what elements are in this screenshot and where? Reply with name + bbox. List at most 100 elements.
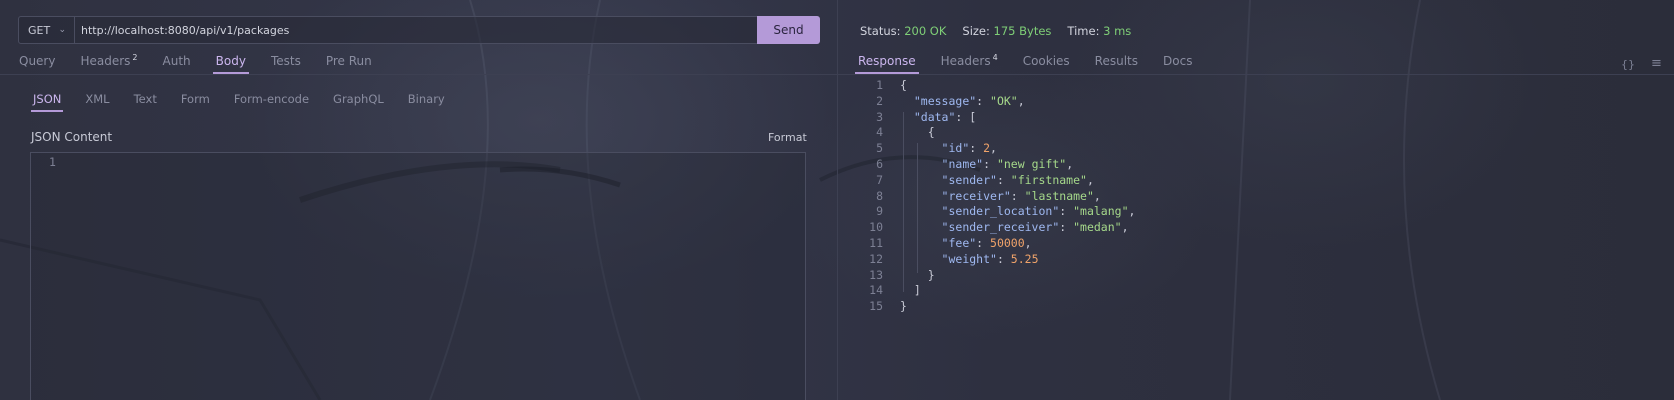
body-type-binary[interactable]: Binary xyxy=(408,92,445,112)
body-type-tabs: JSON XML Text Form Form-encode GraphQL Binary xyxy=(30,92,469,112)
code-line: 9 "sender_location": "malang", xyxy=(855,204,1135,220)
line-number: 1 xyxy=(876,78,883,92)
code-text: { xyxy=(900,78,907,92)
tab-label: Response xyxy=(858,54,916,68)
size-label: Size: xyxy=(962,24,990,38)
response-tab-cookies[interactable]: Cookies xyxy=(1023,54,1070,74)
code-line: 12 "weight": 5.25 xyxy=(855,252,1135,268)
format-button[interactable]: Format xyxy=(768,131,807,144)
line-number: 3 xyxy=(876,109,883,124)
response-tab-docs[interactable]: Docs xyxy=(1163,54,1192,74)
size-value: 175 Bytes xyxy=(993,24,1052,38)
time-value: 3 ms xyxy=(1103,24,1132,38)
line-number: 4 xyxy=(876,125,883,140)
code-text: "weight": 5.25 xyxy=(941,251,1039,266)
code-text: "sender_location": "malang", xyxy=(941,204,1136,219)
code-text: ] xyxy=(900,283,921,298)
code-line: 13 } xyxy=(855,268,1135,284)
request-pane: GET ⌄ http://localhost:8080/api/v1/packa… xyxy=(0,0,837,400)
tab-label: Body xyxy=(215,54,246,68)
code-line: 7 "sender": "firstname", xyxy=(855,173,1135,189)
line-number: 2 xyxy=(876,93,883,108)
line-number: 8 xyxy=(876,188,883,203)
code-text: "name": "new gift", xyxy=(941,156,1074,171)
code-line: 8 "receiver": "lastname", xyxy=(855,189,1135,205)
time-label: Time: xyxy=(1067,24,1100,38)
code-line: 11 "fee": 50000, xyxy=(855,236,1135,252)
size-info: Size: 175 Bytes xyxy=(962,24,1051,38)
chevron-down-icon: ⌄ xyxy=(58,25,66,35)
tab-label: Tests xyxy=(270,54,301,68)
code-line: 2 "message": "OK", xyxy=(855,94,1135,110)
tab-pre-run[interactable]: Pre Run xyxy=(326,54,372,74)
code-text: } xyxy=(900,267,935,282)
json-editor[interactable]: 1 xyxy=(30,152,806,400)
tab-auth[interactable]: Auth xyxy=(163,54,191,74)
line-number: 10 xyxy=(869,220,883,235)
time-info: Time: 3 ms xyxy=(1067,24,1131,38)
url-input[interactable]: http://localhost:8080/api/v1/packages xyxy=(75,24,757,37)
request-tabs: Query Headers 2 Auth Body Tests Pre Run xyxy=(19,50,397,74)
tab-body[interactable]: Body xyxy=(212,54,250,74)
line-number: 5 xyxy=(876,141,883,156)
code-line: 15} xyxy=(855,299,1135,315)
code-text: { xyxy=(900,125,935,140)
json-content-title: JSON Content xyxy=(31,130,113,144)
tab-label: Docs xyxy=(1163,54,1193,68)
line-number: 11 xyxy=(869,235,883,250)
code-text: } xyxy=(900,299,907,314)
status-label: Status: xyxy=(860,24,901,38)
body-type-form[interactable]: Form xyxy=(181,92,210,112)
body-type-form-encode[interactable]: Form-encode xyxy=(234,92,309,112)
response-tabs: Response Headers 4 Cookies Results Docs xyxy=(855,50,1217,74)
url-bar: GET ⌄ http://localhost:8080/api/v1/packa… xyxy=(18,16,820,44)
code-text: "fee": 50000, xyxy=(941,235,1032,250)
line-number: 13 xyxy=(869,267,883,282)
body-type-text[interactable]: Text xyxy=(134,92,157,112)
tab-label: Headers xyxy=(80,54,131,68)
tab-tests[interactable]: Tests xyxy=(271,54,301,74)
tab-label: Headers xyxy=(940,54,991,68)
response-tab-headers[interactable]: Headers 4 xyxy=(941,53,998,74)
tab-label: Auth xyxy=(162,54,191,68)
line-number: 9 xyxy=(876,204,883,219)
code-line: 3 "data": [ xyxy=(855,110,1135,126)
code-line: 6 "name": "new gift", xyxy=(855,157,1135,173)
code-text: "sender": "firstname", xyxy=(941,172,1094,187)
braces-icon[interactable]: {} xyxy=(1621,58,1635,71)
tab-label: Results xyxy=(1094,54,1139,68)
tab-headers[interactable]: Headers 2 xyxy=(80,53,137,74)
pane-divider[interactable] xyxy=(837,0,838,400)
code-text: "message": "OK", xyxy=(913,93,1025,108)
send-button[interactable]: Send xyxy=(757,16,820,44)
code-text: "data": [ xyxy=(913,109,977,124)
body-type-xml[interactable]: XML xyxy=(85,92,109,112)
code-line: 10 "sender_receiver": "medan", xyxy=(855,220,1135,236)
method-select[interactable]: GET ⌄ xyxy=(19,17,75,43)
code-text: "sender_receiver": "medan", xyxy=(941,220,1129,235)
response-status-bar: Status: 200 OK Size: 175 Bytes Time: 3 m… xyxy=(860,24,1147,38)
body-type-json[interactable]: JSON xyxy=(30,92,64,112)
response-tab-response[interactable]: Response xyxy=(855,54,919,74)
code-text: "id": 2, xyxy=(941,141,997,156)
code-line: 14 ] xyxy=(855,283,1135,299)
code-text: "receiver": "lastname", xyxy=(941,188,1101,203)
response-tabs-divider xyxy=(838,74,1674,75)
line-number: 14 xyxy=(869,283,883,298)
tab-badge: 4 xyxy=(992,53,998,62)
line-number: 7 xyxy=(876,172,883,187)
tab-query[interactable]: Query xyxy=(19,54,55,74)
response-body-viewer[interactable]: 1{2 "message": "OK", 3 "data": [4 {5 "id"… xyxy=(855,78,1135,315)
line-number: 6 xyxy=(876,156,883,171)
tab-label: Cookies xyxy=(1022,54,1070,68)
line-number: 12 xyxy=(869,251,883,266)
status-value: 200 OK xyxy=(904,24,947,38)
code-line: 1{ xyxy=(855,78,1135,94)
body-type-graphql[interactable]: GraphQL xyxy=(333,92,384,112)
menu-icon[interactable]: ≡ xyxy=(1651,56,1662,71)
response-tab-results[interactable]: Results xyxy=(1095,54,1138,74)
line-number: 15 xyxy=(869,299,883,314)
tab-label: Pre Run xyxy=(325,54,372,68)
editor-line-number: 1 xyxy=(49,155,56,169)
method-label: GET xyxy=(28,23,51,37)
